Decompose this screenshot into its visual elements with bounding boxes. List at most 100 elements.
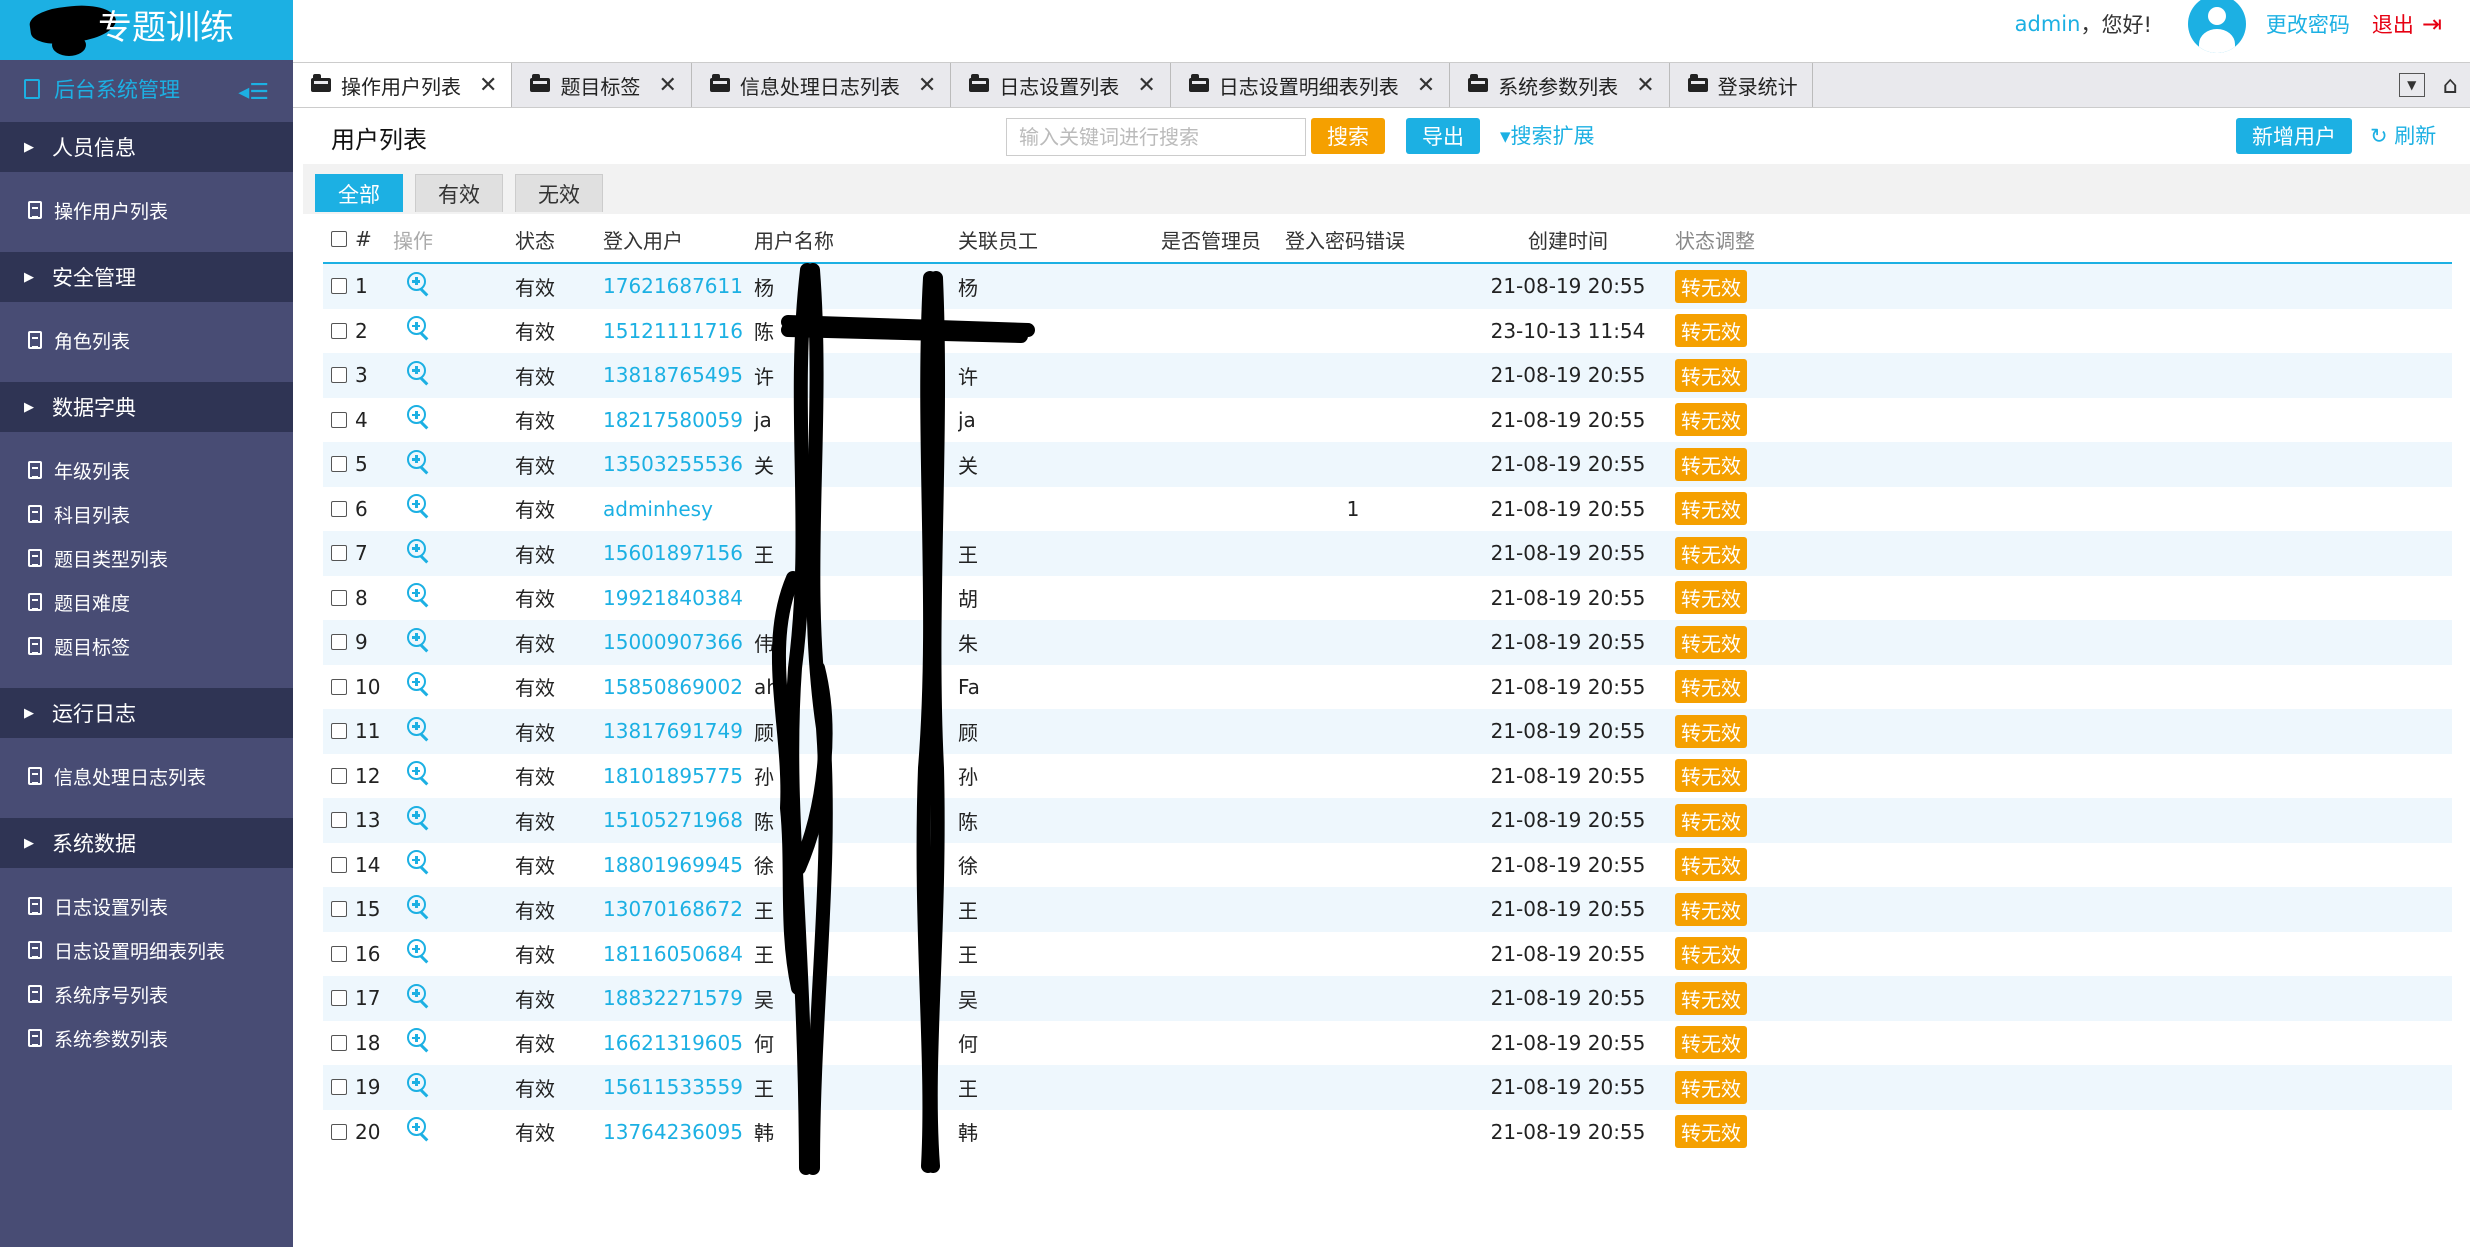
- sidebar-item-operator-users[interactable]: 操作用户列表: [0, 188, 293, 232]
- close-icon[interactable]: ✕: [1137, 73, 1155, 98]
- tab-login-stats[interactable]: 登录统计: [1670, 63, 1813, 107]
- row-login-user[interactable]: 13817691749: [603, 719, 754, 743]
- zoom-in-icon[interactable]: [405, 805, 431, 831]
- close-icon[interactable]: ✕: [479, 73, 497, 98]
- close-icon[interactable]: ✕: [1636, 73, 1654, 98]
- row-checkbox[interactable]: [331, 856, 347, 873]
- row-login-user[interactable]: 18801969945: [603, 853, 754, 877]
- menu-collapse-icon[interactable]: ◂☰: [238, 80, 269, 105]
- set-invalid-button[interactable]: 转无效: [1675, 1070, 1747, 1104]
- set-invalid-button[interactable]: 转无效: [1675, 759, 1747, 793]
- filter-tab-all[interactable]: 全部: [315, 174, 403, 212]
- row-login-user[interactable]: 15601897156: [603, 541, 754, 565]
- tab-question-tags[interactable]: 题目标签 ✕: [512, 63, 692, 107]
- zoom-in-icon[interactable]: [405, 671, 431, 697]
- set-invalid-button[interactable]: 转无效: [1675, 536, 1747, 570]
- row-checkbox[interactable]: [331, 1123, 347, 1140]
- zoom-in-icon[interactable]: [405, 493, 431, 519]
- sidebar-item-question-types[interactable]: 题目类型列表: [0, 536, 293, 580]
- row-checkbox[interactable]: [331, 1079, 347, 1096]
- tab-log-setting-details[interactable]: 日志设置明细表列表 ✕: [1171, 63, 1451, 107]
- row-login-user[interactable]: adminhesy: [603, 497, 754, 521]
- row-checkbox[interactable]: [331, 945, 347, 962]
- sidebar-item-roles[interactable]: 角色列表: [0, 318, 293, 362]
- zoom-in-icon[interactable]: [405, 538, 431, 564]
- row-checkbox[interactable]: [331, 545, 347, 562]
- logout-link[interactable]: 退出: [2372, 9, 2414, 39]
- sidebar-group-security[interactable]: ▶ 安全管理: [0, 252, 293, 302]
- zoom-in-icon[interactable]: [405, 1027, 431, 1053]
- set-invalid-button[interactable]: 转无效: [1675, 492, 1747, 526]
- row-login-user[interactable]: 18101895775: [603, 764, 754, 788]
- change-password-link[interactable]: 更改密码: [2266, 9, 2350, 39]
- zoom-in-icon[interactable]: [405, 716, 431, 742]
- row-checkbox[interactable]: [331, 1034, 347, 1051]
- filter-tab-valid[interactable]: 有效: [415, 174, 503, 212]
- set-invalid-button[interactable]: 转无效: [1675, 581, 1747, 615]
- home-icon[interactable]: ⌂: [2443, 71, 2458, 99]
- sidebar-item-question-tags[interactable]: 题目标签: [0, 624, 293, 668]
- set-invalid-button[interactable]: 转无效: [1675, 269, 1747, 303]
- sidebar-item-log-setting-details[interactable]: 日志设置明细表列表: [0, 928, 293, 972]
- sidebar-group-dictionary[interactable]: ▶ 数据字典: [0, 382, 293, 432]
- row-login-user[interactable]: 15850869002: [603, 675, 754, 699]
- row-login-user[interactable]: 15121111716: [603, 319, 754, 343]
- set-invalid-button[interactable]: 转无效: [1675, 981, 1747, 1015]
- set-invalid-button[interactable]: 转无效: [1675, 358, 1747, 392]
- set-invalid-button[interactable]: 转无效: [1675, 447, 1747, 481]
- set-invalid-button[interactable]: 转无效: [1675, 892, 1747, 926]
- sidebar-item-log-settings[interactable]: 日志设置列表: [0, 884, 293, 928]
- sidebar-item-parameters[interactable]: 系统参数列表: [0, 1016, 293, 1060]
- sidebar-group-personnel[interactable]: ▶ 人员信息: [0, 122, 293, 172]
- row-login-user[interactable]: 13070168672: [603, 897, 754, 921]
- logout-icon[interactable]: ⇥: [2422, 10, 2442, 38]
- close-icon[interactable]: ✕: [1417, 73, 1435, 98]
- tab-log-settings[interactable]: 日志设置列表 ✕: [951, 63, 1171, 107]
- row-login-user[interactable]: 15105271968: [603, 808, 754, 832]
- set-invalid-button[interactable]: 转无效: [1675, 670, 1747, 704]
- tab-operator-users[interactable]: 操作用户列表 ✕: [293, 63, 513, 107]
- row-login-user[interactable]: 13503255536: [603, 452, 754, 476]
- row-checkbox[interactable]: [331, 322, 347, 339]
- set-invalid-button[interactable]: 转无效: [1675, 848, 1747, 882]
- zoom-in-icon[interactable]: [405, 404, 431, 430]
- zoom-in-icon[interactable]: [405, 894, 431, 920]
- row-login-user[interactable]: 17621687611: [603, 274, 754, 298]
- sidebar-item-sequences[interactable]: 系统序号列表: [0, 972, 293, 1016]
- zoom-in-icon[interactable]: [405, 271, 431, 297]
- filter-tab-invalid[interactable]: 无效: [515, 174, 603, 212]
- zoom-in-icon[interactable]: [405, 449, 431, 475]
- sidebar-item-processing-logs[interactable]: 信息处理日志列表: [0, 754, 293, 798]
- set-invalid-button[interactable]: 转无效: [1675, 714, 1747, 748]
- add-user-button[interactable]: 新增用户: [2236, 118, 2352, 154]
- row-checkbox[interactable]: [331, 367, 347, 384]
- sidebar-group-runtime-logs[interactable]: ▶ 运行日志: [0, 688, 293, 738]
- zoom-in-icon[interactable]: [405, 315, 431, 341]
- sidebar-item-difficulty[interactable]: 题目难度: [0, 580, 293, 624]
- select-all-checkbox[interactable]: [331, 231, 347, 247]
- sidebar-item-subjects[interactable]: 科目列表: [0, 492, 293, 536]
- set-invalid-button[interactable]: 转无效: [1675, 1115, 1747, 1149]
- row-login-user[interactable]: 18217580059: [603, 408, 754, 432]
- row-login-user[interactable]: 13764236095: [603, 1120, 754, 1144]
- row-login-user[interactable]: 18832271579: [603, 986, 754, 1010]
- row-login-user[interactable]: 15611533559: [603, 1075, 754, 1099]
- close-icon[interactable]: ✕: [918, 73, 936, 98]
- avatar[interactable]: [2187, 0, 2246, 53]
- row-checkbox[interactable]: [331, 589, 347, 606]
- row-checkbox[interactable]: [331, 411, 347, 428]
- zoom-in-icon[interactable]: [405, 1116, 431, 1142]
- zoom-in-icon[interactable]: [405, 582, 431, 608]
- tab-parameters[interactable]: 系统参数列表 ✕: [1450, 63, 1670, 107]
- row-login-user[interactable]: 15000907366: [603, 630, 754, 654]
- row-checkbox[interactable]: [331, 901, 347, 918]
- search-input[interactable]: [1006, 118, 1306, 156]
- sidebar-item-grades[interactable]: 年级列表: [0, 448, 293, 492]
- close-icon[interactable]: ✕: [658, 73, 676, 98]
- row-login-user[interactable]: 18116050684: [603, 942, 754, 966]
- row-login-user[interactable]: 19921840384: [603, 586, 754, 610]
- row-checkbox[interactable]: [331, 500, 347, 517]
- set-invalid-button[interactable]: 转无效: [1675, 314, 1747, 348]
- set-invalid-button[interactable]: 转无效: [1675, 403, 1747, 437]
- refresh-button[interactable]: ↻ 刷新: [2370, 120, 2436, 150]
